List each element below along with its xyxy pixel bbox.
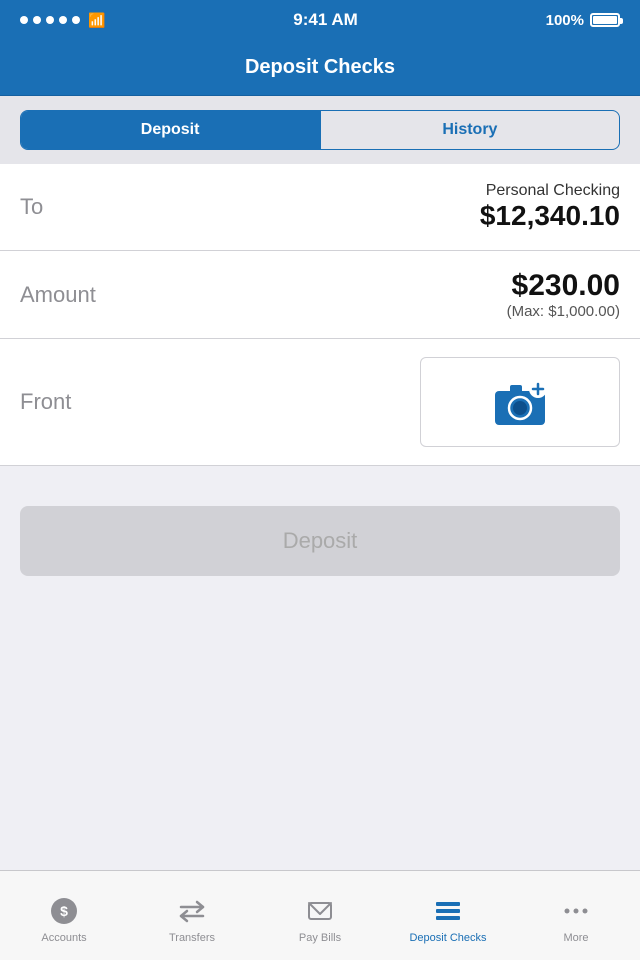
- wifi-icon: 📶: [88, 12, 105, 29]
- svg-text:$: $: [60, 903, 68, 919]
- nav-header: Deposit Checks: [0, 40, 640, 96]
- front-label: Front: [20, 389, 71, 415]
- tab-pay-bills[interactable]: Pay Bills: [256, 871, 384, 960]
- more-icon: [560, 895, 592, 927]
- tab-deposit-checks[interactable]: Deposit Checks: [384, 871, 512, 960]
- page-title: Deposit Checks: [245, 56, 395, 79]
- form-section: To Personal Checking $12,340.10 Amount $…: [0, 164, 640, 466]
- account-info: Personal Checking $12,340.10: [480, 182, 620, 232]
- account-name: Personal Checking: [480, 182, 620, 200]
- amount-label: Amount: [20, 282, 96, 308]
- tab-transfers[interactable]: Transfers: [128, 871, 256, 960]
- deposit-checks-icon: [432, 895, 464, 927]
- camera-button[interactable]: [420, 357, 620, 447]
- status-right: 100%: [546, 12, 620, 29]
- tab-accounts[interactable]: $ Accounts: [0, 871, 128, 960]
- account-balance: $12,340.10: [480, 200, 620, 232]
- status-bar: 📶 9:41 AM 100%: [0, 0, 640, 40]
- deposit-checks-label: Deposit Checks: [409, 932, 486, 944]
- amount-max: (Max: $1,000.00): [507, 303, 620, 320]
- transfers-label: Transfers: [169, 932, 215, 944]
- camera-icon: [490, 372, 550, 432]
- pay-bills-label: Pay Bills: [299, 932, 341, 944]
- tab-bar: $ Accounts Transfers Pay Bi: [0, 870, 640, 960]
- to-row[interactable]: To Personal Checking $12,340.10: [0, 164, 640, 251]
- history-tab[interactable]: History: [321, 111, 619, 149]
- amount-value: $230.00: [507, 269, 620, 303]
- separator: [0, 466, 640, 476]
- battery-percent: 100%: [546, 12, 584, 29]
- segment-control: Deposit History: [20, 110, 620, 150]
- amount-row[interactable]: Amount $230.00 (Max: $1,000.00): [0, 251, 640, 339]
- deposit-tab[interactable]: Deposit: [21, 111, 319, 149]
- deposit-btn-container: Deposit: [0, 476, 640, 596]
- status-time: 9:41 AM: [293, 10, 358, 30]
- transfers-icon: [176, 895, 208, 927]
- tab-more[interactable]: More: [512, 871, 640, 960]
- amount-info: $230.00 (Max: $1,000.00): [507, 269, 620, 320]
- accounts-label: Accounts: [41, 932, 86, 944]
- signal-dots: [20, 16, 80, 24]
- front-row[interactable]: Front: [0, 339, 640, 466]
- segment-container: Deposit History: [0, 96, 640, 164]
- to-label: To: [20, 194, 43, 220]
- accounts-icon: $: [48, 895, 80, 927]
- more-label: More: [563, 932, 588, 944]
- deposit-submit-button[interactable]: Deposit: [20, 506, 620, 576]
- status-left: 📶: [20, 12, 105, 29]
- pay-bills-icon: [304, 895, 336, 927]
- battery-icon: [590, 13, 620, 27]
